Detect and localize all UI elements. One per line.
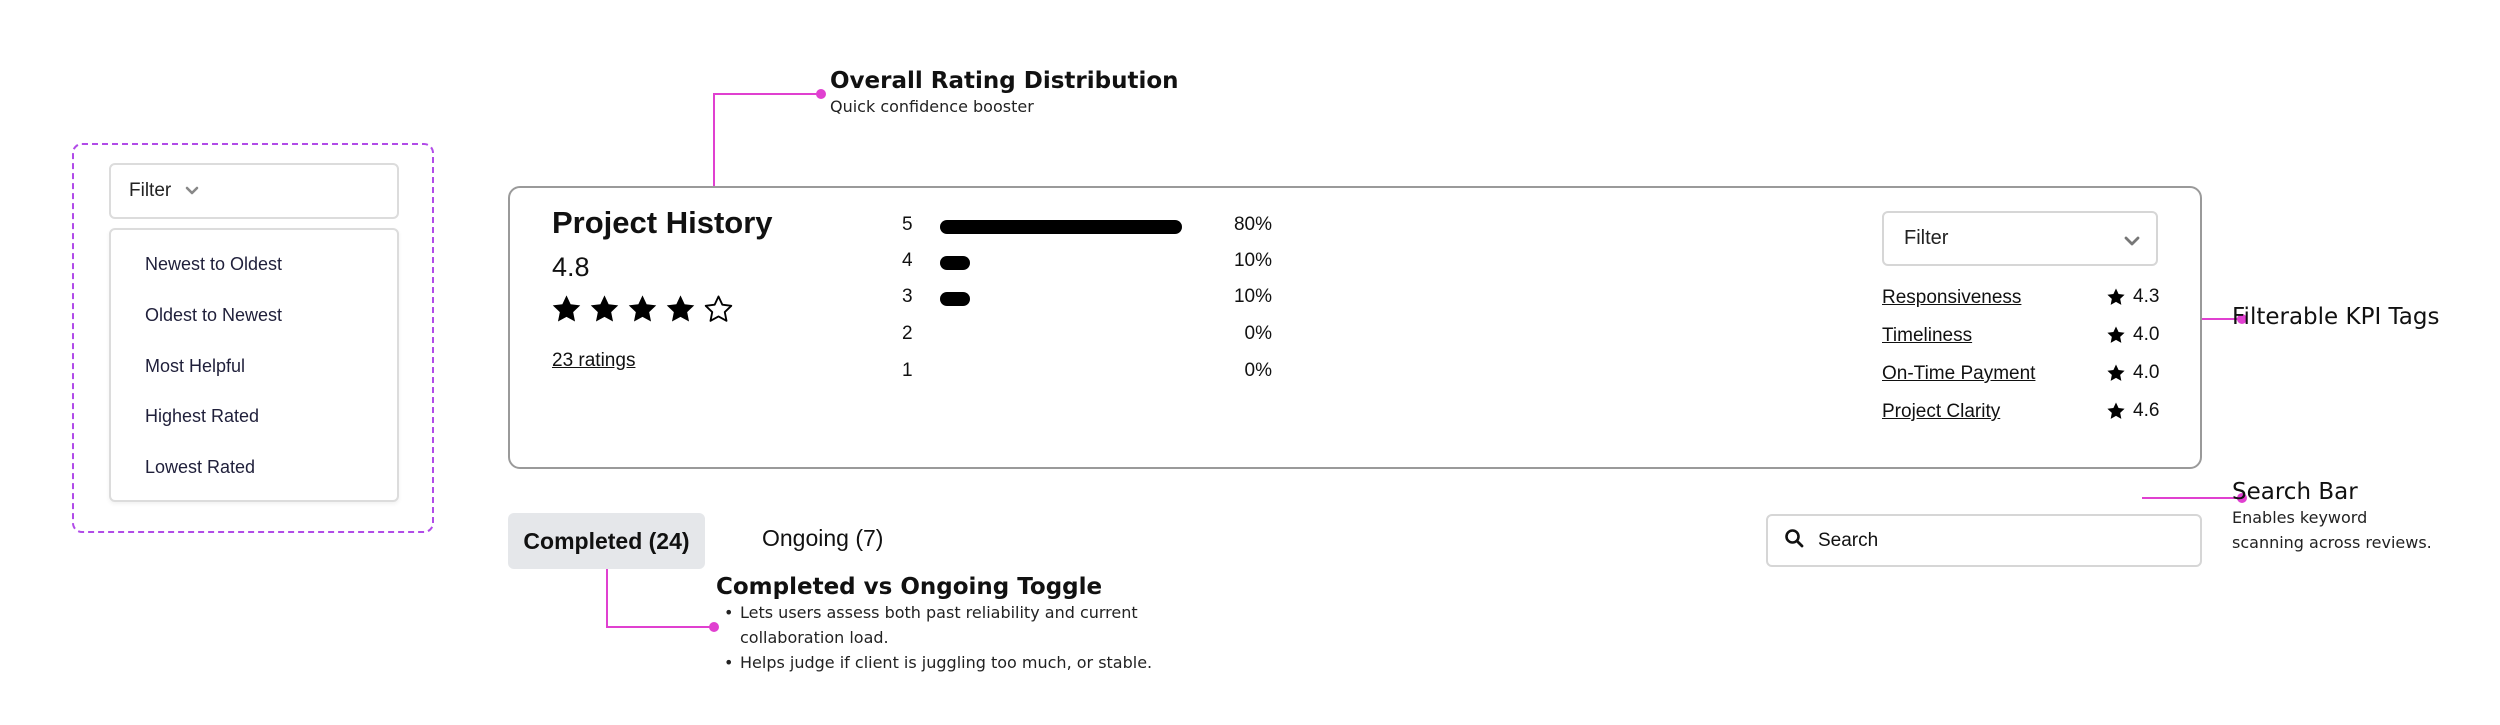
sort-filter-dropdown[interactable]: Filter (109, 163, 399, 219)
annotation-subtitle: Quick confidence booster (830, 97, 1034, 116)
distribution-row: 1 0% (902, 360, 1272, 386)
annotation-title: Search Bar (2232, 479, 2358, 505)
annotation-bullets: Lets users assess both past reliability … (716, 600, 1152, 675)
distribution-row: 4 10% (902, 250, 1272, 276)
toggle-annotation: Completed vs Ongoing Toggle Lets users a… (716, 574, 1152, 675)
distribution-connector (713, 89, 826, 188)
kpi-score-value: 4.6 (2133, 400, 2160, 421)
distribution-star-label: 3 (902, 286, 913, 307)
sort-option-oldest[interactable]: Oldest to Newest (145, 303, 282, 327)
star-filled-icon (2107, 402, 2125, 419)
kpi-filter-label: Filter (1904, 227, 1949, 249)
star-filled-icon (2107, 288, 2125, 305)
star-filled-icon (666, 295, 695, 322)
search-icon (1784, 528, 1804, 553)
distribution-bar-track (940, 292, 1182, 306)
annotation-line: scanning across reviews. (2232, 533, 2432, 552)
distribution-bar-fill (940, 292, 971, 306)
search-annotation: Search Bar Enables keyword scanning acro… (2232, 479, 2432, 555)
distribution-row: 2 0% (902, 323, 1272, 349)
kpi-tag-timeliness[interactable]: Timeliness (1882, 325, 1972, 347)
kpi-score: 4.6 (2106, 400, 2159, 422)
star-filled-icon (590, 295, 619, 322)
distribution-star-label: 2 (902, 323, 913, 344)
star-filled-icon (2107, 326, 2125, 343)
distribution-row: 3 10% (902, 286, 1272, 312)
distribution-bar-track (940, 256, 1182, 270)
tab-completed[interactable]: Completed (24) (508, 513, 705, 569)
sort-option-most-helpful[interactable]: Most Helpful (145, 354, 245, 378)
star-outline-icon (704, 295, 733, 322)
kpi-tag-on-time-payment[interactable]: On-Time Payment (1882, 363, 2035, 385)
distribution-bar-track (940, 329, 1182, 343)
sort-option-highest-rated[interactable]: Highest Rated (145, 404, 259, 428)
distribution-percent: 0% (1244, 323, 1272, 344)
tab-ongoing[interactable]: Ongoing (7) (762, 525, 883, 552)
bullet-line: collaboration load. (740, 628, 889, 647)
distribution-star-label: 4 (902, 250, 913, 271)
distribution-percent: 10% (1233, 286, 1272, 307)
sort-option-newest[interactable]: Newest to Oldest (145, 252, 282, 276)
chevron-down-icon (2124, 230, 2140, 253)
kpi-score-value: 4.3 (2133, 286, 2160, 307)
search-input[interactable] (1816, 528, 2180, 553)
distribution-percent: 0% (1244, 360, 1272, 381)
star-rating (550, 293, 735, 325)
kpi-annotation: Filterable KPI Tags (2232, 304, 2439, 330)
chevron-down-icon (185, 186, 199, 196)
kpi-tag-project-clarity[interactable]: Project Clarity (1882, 401, 2000, 423)
sort-options-menu: Newest to Oldest Oldest to Newest Most H… (109, 228, 399, 502)
distribution-row: 5 80% (902, 214, 1272, 240)
annotation-line: Enables keyword (2232, 508, 2368, 527)
kpi-filter-dropdown[interactable]: Filter (1882, 211, 2158, 266)
star-filled-icon (552, 295, 581, 322)
distribution-annotation: Overall Rating Distribution Quick confid… (830, 68, 1179, 119)
star-filled-icon (628, 295, 657, 322)
distribution-bar-fill (940, 220, 1182, 234)
sort-filter-label: Filter (129, 180, 172, 201)
annotation-bullet: Helps judge if client is juggling too mu… (716, 650, 1152, 675)
kpi-score: 4.0 (2106, 324, 2159, 346)
distribution-star-label: 1 (902, 360, 913, 381)
annotation-title: Completed vs Ongoing Toggle (716, 574, 1103, 600)
annotation-bullet: Lets users assess both past reliability … (716, 600, 1152, 650)
annotation-title: Overall Rating Distribution (830, 68, 1179, 94)
distribution-percent: 80% (1233, 214, 1272, 235)
kpi-score: 4.3 (2106, 286, 2159, 308)
sort-option-lowest-rated[interactable]: Lowest Rated (145, 455, 255, 479)
distribution-bar-track (940, 366, 1182, 380)
kpi-tag-responsiveness[interactable]: Responsiveness (1882, 287, 2021, 309)
distribution-bar-fill (940, 256, 971, 270)
search-bar[interactable] (1766, 514, 2202, 567)
ratings-count-link[interactable]: 23 ratings (552, 350, 635, 372)
distribution-bar-track (940, 220, 1182, 234)
annotation-title: Filterable KPI Tags (2232, 304, 2440, 330)
average-rating: 4.8 (552, 252, 590, 282)
card-title: Project History (552, 205, 773, 240)
distribution-percent: 10% (1233, 250, 1272, 271)
kpi-score-value: 4.0 (2133, 362, 2160, 383)
star-filled-icon (2107, 364, 2125, 381)
kpi-score-value: 4.0 (2133, 324, 2160, 345)
kpi-score: 4.0 (2106, 362, 2159, 384)
bullet-line: Lets users assess both past reliability … (740, 603, 1138, 622)
distribution-star-label: 5 (902, 214, 913, 235)
